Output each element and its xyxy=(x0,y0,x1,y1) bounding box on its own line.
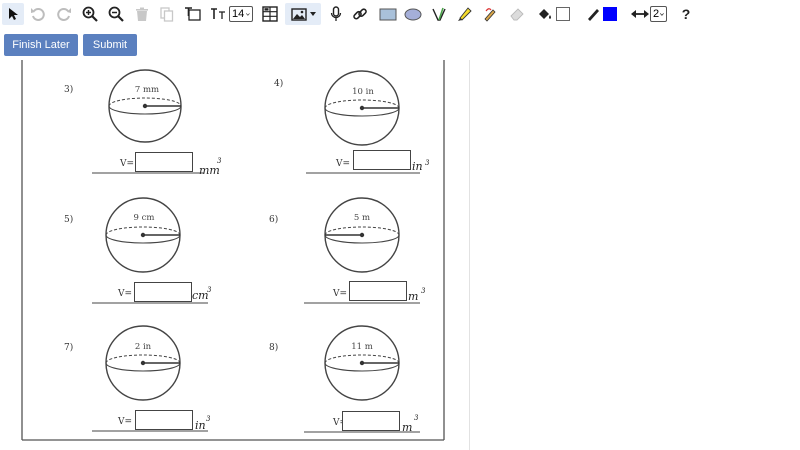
unit-exponent: 3 xyxy=(425,159,430,167)
text-box-icon[interactable] xyxy=(183,3,203,25)
problem-number: 6) xyxy=(269,214,278,225)
font-size-icon[interactable] xyxy=(210,3,228,25)
worksheet-canvas[interactable]: 3) 7 mm V= mm 3 4) 10 in V= in 3 5) 9 cm… xyxy=(0,60,470,450)
zoom-out-icon[interactable] xyxy=(106,3,126,25)
problem-number: 3) xyxy=(64,84,73,95)
center-dot xyxy=(140,360,146,366)
ellipse-icon[interactable] xyxy=(403,3,423,25)
finish-later-button[interactable]: Finish Later xyxy=(4,34,78,56)
unit-exponent: 3 xyxy=(421,287,426,295)
measure-label: 5 m xyxy=(354,213,370,223)
v-label: V= xyxy=(117,417,132,427)
color-marker-icon[interactable] xyxy=(584,3,602,25)
problem-number: 4) xyxy=(274,78,283,89)
fill-bucket-icon[interactable] xyxy=(536,3,554,25)
microphone-icon[interactable] xyxy=(328,3,344,25)
v-label: V= xyxy=(335,159,350,169)
link-icon[interactable] xyxy=(351,3,369,25)
chevron-down-icon xyxy=(660,12,664,16)
measure-label: 11 m xyxy=(351,342,373,352)
measure-label: 7 mm xyxy=(135,85,159,95)
table-icon[interactable] xyxy=(260,3,280,25)
fill-color-swatch[interactable] xyxy=(555,3,571,25)
problem-number: 8) xyxy=(269,342,278,353)
center-dot xyxy=(140,232,146,238)
trash-icon[interactable] xyxy=(133,3,151,25)
rectangle-icon[interactable] xyxy=(378,3,398,25)
unit-label: in xyxy=(412,160,423,173)
image-icon[interactable] xyxy=(285,3,321,25)
answer-box-8[interactable] xyxy=(342,411,400,431)
eraser-icon[interactable] xyxy=(508,3,526,25)
chevron-down-icon xyxy=(246,12,250,16)
measure-label: 2 in xyxy=(135,342,152,352)
unit-label: mm xyxy=(199,164,220,177)
answer-box-6[interactable] xyxy=(349,281,407,301)
answer-box-4[interactable] xyxy=(353,150,411,170)
unit-exponent: 3 xyxy=(207,286,212,294)
worksheet-image: 3) 7 mm V= mm 3 4) 10 in V= in 3 5) 9 cm… xyxy=(21,60,445,441)
center-dot xyxy=(359,232,365,238)
pencil-icon[interactable] xyxy=(481,3,499,25)
pen-icon[interactable] xyxy=(430,3,448,25)
font-size-value: 14 xyxy=(232,8,245,20)
v-label: V= xyxy=(119,159,134,169)
center-dot xyxy=(142,103,148,109)
measure-label: 10 in xyxy=(352,87,374,97)
pen-color-swatch[interactable] xyxy=(602,3,618,25)
submit-button[interactable]: Submit xyxy=(83,34,137,56)
unit-exponent: 3 xyxy=(414,414,419,422)
problem-number: 7) xyxy=(64,342,73,353)
line-width-icon[interactable] xyxy=(630,3,650,25)
unit-exponent: 3 xyxy=(206,415,211,423)
answer-box-3[interactable] xyxy=(135,152,193,172)
highlighter-icon[interactable] xyxy=(455,3,473,25)
select-arrow-icon[interactable] xyxy=(2,3,24,25)
problem-number: 5) xyxy=(64,214,73,225)
drawing-toolbar: 14 2 ? xyxy=(0,0,800,28)
redo-icon[interactable] xyxy=(54,3,74,25)
answer-box-5[interactable] xyxy=(134,282,192,302)
pane-divider xyxy=(469,60,470,450)
unit-exponent: 3 xyxy=(217,157,222,165)
answer-box-7[interactable] xyxy=(135,410,193,430)
help-icon[interactable]: ? xyxy=(678,3,694,25)
v-label: V= xyxy=(332,289,347,299)
copy-icon[interactable] xyxy=(158,3,176,25)
caret-down-icon xyxy=(309,12,316,16)
unit-label: m xyxy=(408,290,418,303)
measure-label: 9 cm xyxy=(134,213,155,223)
v-label: V= xyxy=(117,289,132,299)
center-dot xyxy=(359,105,365,111)
undo-icon[interactable] xyxy=(28,3,48,25)
line-width-select[interactable]: 2 xyxy=(650,6,667,22)
center-dot xyxy=(359,360,365,366)
unit-label: m xyxy=(402,421,412,434)
line-width-value: 2 xyxy=(653,8,660,20)
font-size-select[interactable]: 14 xyxy=(229,6,253,22)
zoom-in-icon[interactable] xyxy=(80,3,100,25)
unit-label: in xyxy=(195,419,206,432)
